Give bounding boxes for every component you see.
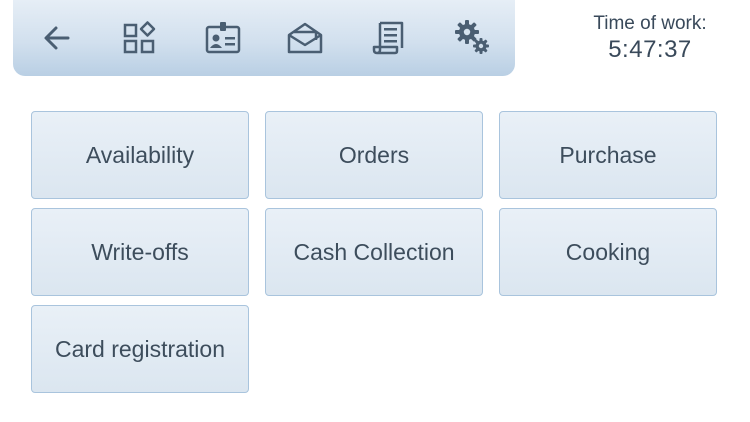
work-timer: Time of work: 5:47:37 <box>570 12 730 64</box>
id-badge-icon <box>205 22 241 54</box>
employee-badge-button[interactable] <box>203 16 243 60</box>
gears-icon <box>455 20 489 54</box>
back-button[interactable] <box>37 16 77 60</box>
settings-button[interactable] <box>453 16 493 60</box>
timer-label: Time of work: <box>593 13 707 34</box>
messages-button[interactable] <box>285 16 325 60</box>
tile-availability[interactable]: Availability <box>31 111 249 199</box>
apps-grid-icon <box>123 21 156 54</box>
tile-write-offs[interactable]: Write-offs <box>31 208 249 296</box>
receipt-button[interactable] <box>369 16 409 60</box>
timer-value: 5:47:37 <box>608 36 692 63</box>
tile-orders[interactable]: Orders <box>265 111 483 199</box>
tile-cash-collection[interactable]: Cash Collection <box>265 208 483 296</box>
open-mail-icon <box>287 22 323 54</box>
tile-card-registration[interactable]: Card registration <box>31 305 249 393</box>
tile-cooking[interactable]: Cooking <box>499 208 717 296</box>
apps-button[interactable] <box>119 16 159 60</box>
top-toolbar <box>13 0 515 76</box>
back-arrow-icon <box>44 26 70 50</box>
tile-purchase[interactable]: Purchase <box>499 111 717 199</box>
receipt-icon <box>372 21 404 55</box>
